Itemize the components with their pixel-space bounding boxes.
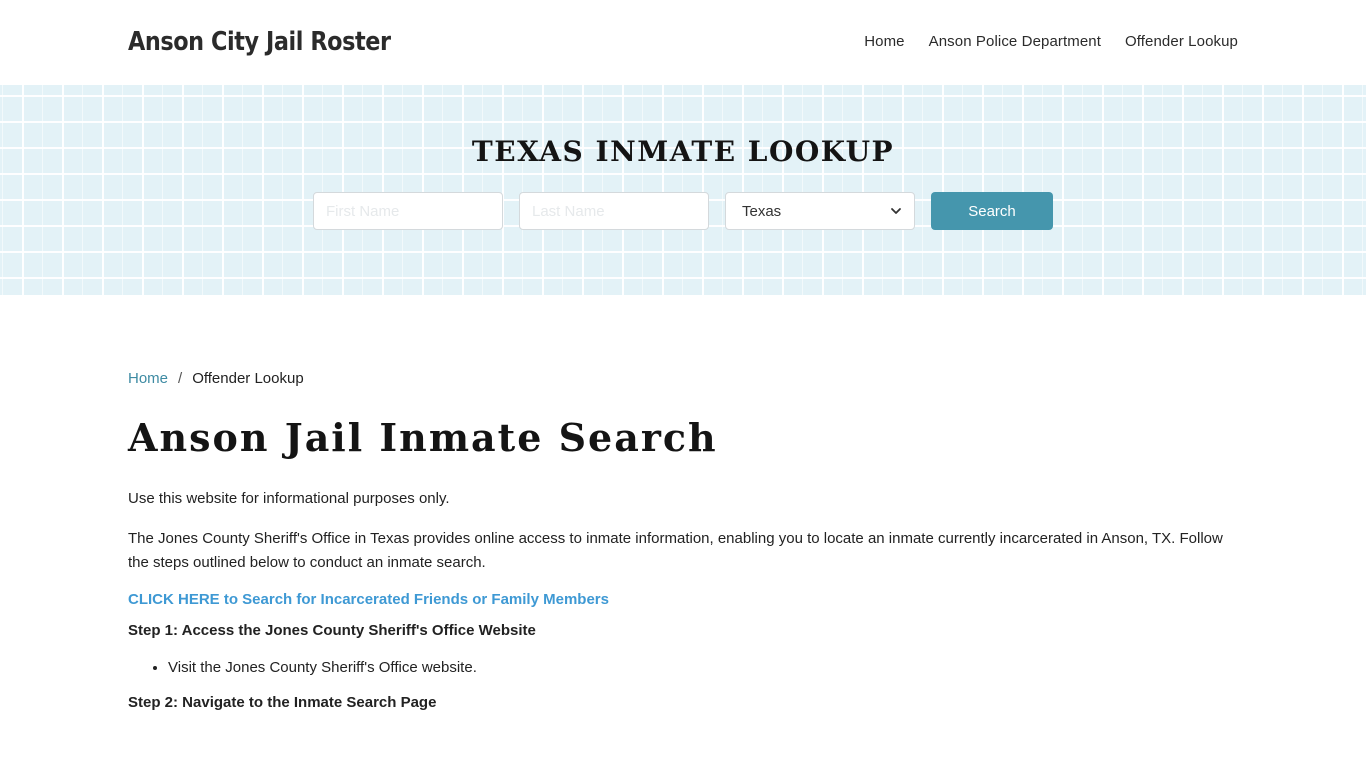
search-friends-family-link[interactable]: CLICK HERE to Search for Incarcerated Fr… [128,591,1238,608]
breadcrumb-current: Offender Lookup [192,370,304,387]
breadcrumb-home[interactable]: Home [128,370,168,387]
page-title: Anson Jail Inmate Search [128,415,718,460]
chevron-down-icon [891,208,901,214]
step-1-heading: Step 1: Access the Jones County Sheriff'… [128,621,536,639]
banner-title: TEXAS INMATE LOOKUP [471,135,895,168]
intro-text: Use this website for informational purpo… [128,489,450,507]
main-nav: Home Anson Police Department Offender Lo… [864,33,1238,50]
state-select[interactable]: Texas [725,192,915,230]
breadcrumb: Home / Offender Lookup [128,370,1238,387]
site-logo-link[interactable]: Anson City Jail Roster [128,27,391,57]
description-text: The Jones County Sheriff's Office in Tex… [128,529,1223,571]
state-select-value: Texas [742,202,782,220]
list-item: Visit the Jones County Sheriff's Office … [168,659,1238,676]
search-button[interactable]: Search [931,192,1053,230]
last-name-input[interactable] [519,192,709,230]
nav-anson-police-department[interactable]: Anson Police Department [929,33,1101,50]
search-banner: TEXAS INMATE LOOKUP Texas Search [0,85,1366,295]
site-header: Anson City Jail Roster Home Anson Police… [0,0,1366,85]
first-name-input[interactable] [313,192,503,230]
step-2-heading: Step 2: Navigate to the Inmate Search Pa… [128,693,437,711]
breadcrumb-separator: / [178,370,183,387]
main-content: Home / Offender Lookup Anson Jail Inmate… [0,370,1366,711]
nav-offender-lookup[interactable]: Offender Lookup [1125,33,1238,50]
inmate-search-form: Texas Search [313,192,1053,230]
step-1-list: Visit the Jones County Sheriff's Office … [168,659,1238,676]
nav-home[interactable]: Home [864,33,904,50]
